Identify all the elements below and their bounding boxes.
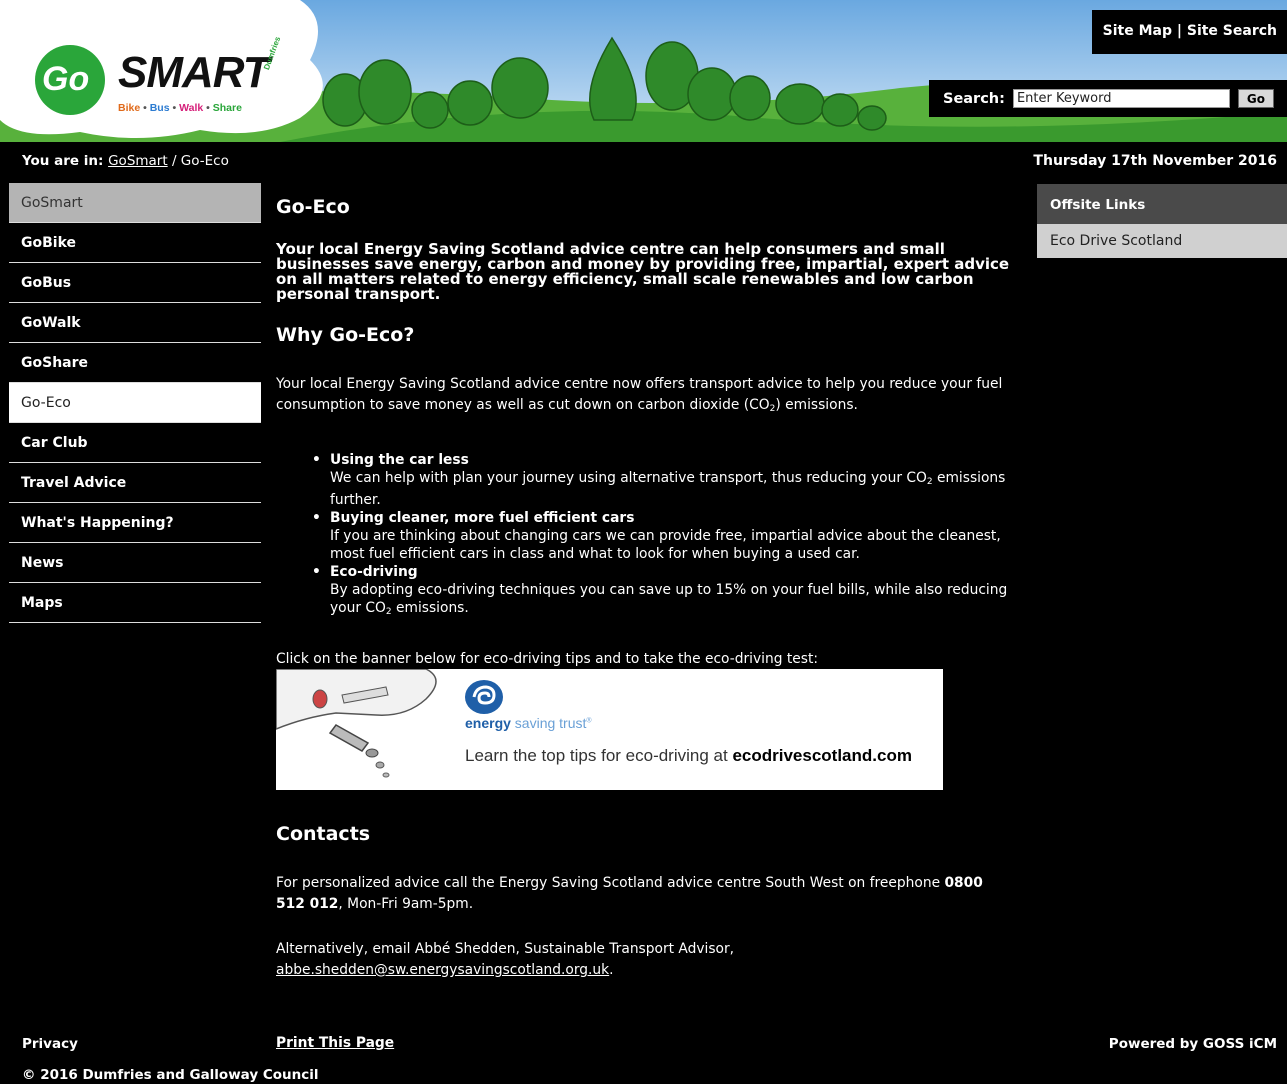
benefit-text-end: emissions. — [391, 600, 469, 616]
contact-email-end: . — [609, 962, 614, 978]
utility-links: Site Map | Site Search — [1092, 10, 1287, 54]
banner-tagline: Learn the top tips for eco-driving at ec… — [465, 746, 912, 766]
page-title: Go-Eco — [276, 196, 350, 218]
list-item: Buying cleaner, more fuel efficient cars… — [312, 509, 1016, 563]
nav-item-gosmart[interactable]: GoSmart — [9, 183, 261, 223]
tagline-walk: Walk — [179, 102, 204, 114]
nav-item-news[interactable]: News — [9, 543, 261, 583]
logo-smart: SMART — [118, 48, 270, 97]
nav-item-gobike[interactable]: GoBike — [9, 223, 261, 263]
powered-by: Powered by GOSS iCM — [1108, 1036, 1277, 1052]
benefit-title: Using the car less — [330, 452, 469, 468]
nav-item-go-eco[interactable]: Go-Eco — [9, 383, 261, 423]
contact-email-link[interactable]: abbe.shedden@sw.energysavingscotland.org… — [276, 962, 609, 978]
nav-item-gobus[interactable]: GoBus — [9, 263, 261, 303]
breadcrumb-separator: / — [167, 153, 181, 169]
nav-item-goshare[interactable]: GoShare — [9, 343, 261, 383]
search-form: Search: Go — [929, 80, 1287, 117]
nav-item-travel-advice[interactable]: Travel Advice — [9, 463, 261, 503]
breadcrumb-link-gosmart[interactable]: GoSmart — [108, 153, 168, 169]
contact-phone-text: For personalized advice call the Energy … — [276, 875, 945, 891]
benefit-title: Buying cleaner, more fuel efficient cars — [330, 510, 635, 526]
list-item: Using the car less We can help with plan… — [312, 451, 1016, 509]
site-header: Go SMART Dumfries Bike • Bus • Walk • Sh… — [0, 0, 1287, 142]
contact-email-text: Alternatively, email Abbé Shedden, Susta… — [276, 941, 735, 957]
brand-saving-trust: saving trust — [510, 715, 587, 731]
print-page-link[interactable]: Print This Page — [276, 1035, 394, 1051]
tagline-share: Share — [212, 102, 242, 114]
banner-intro: Click on the banner below for eco-drivin… — [276, 651, 819, 667]
intro-text-a: Your local Energy Saving Scotland advice… — [276, 376, 1003, 413]
search-label: Search: — [943, 90, 1005, 107]
list-item: Eco-driving By adopting eco-driving tech… — [312, 563, 1016, 621]
breadcrumb-current: Go-Eco — [180, 153, 229, 169]
current-date: Thursday 17th November 2016 — [1033, 153, 1277, 169]
banner-tagline-text: Learn the top tips for eco-driving at — [465, 746, 733, 765]
contact-email-paragraph: Alternatively, email Abbé Shedden, Susta… — [276, 939, 1016, 981]
tagline-bus: Bus — [149, 102, 170, 114]
site-search-link[interactable]: Site Search — [1187, 23, 1277, 39]
logo-tagline: Bike • Bus • Walk • Share — [118, 102, 242, 114]
brand-energy: energy — [465, 715, 511, 731]
breadcrumb-prefix: You are in: — [22, 153, 104, 169]
banner-tagline-url: ecodrivescotland.com — [732, 746, 912, 765]
search-input[interactable] — [1012, 89, 1230, 108]
why-go-eco-heading: Why Go-Eco? — [276, 324, 415, 346]
search-go-button[interactable]: Go — [1237, 89, 1274, 108]
offsite-links-heading: Offsite Links — [1037, 184, 1287, 224]
breadcrumb: You are in: GoSmart / Go-Eco — [22, 153, 229, 169]
site-map-link[interactable]: Site Map — [1103, 23, 1172, 39]
benefit-title: Eco-driving — [330, 564, 418, 580]
energy-saving-trust-logo-icon — [465, 680, 503, 714]
car-exhaust-illustration — [276, 669, 437, 778]
benefit-text: If you are thinking about changing cars … — [330, 528, 1001, 562]
utility-links-separator: | — [1171, 23, 1187, 39]
offsite-link-eco-drive-scotland[interactable]: Eco Drive Scotland — [1037, 224, 1287, 258]
nav-item-gowalk[interactable]: GoWalk — [9, 303, 261, 343]
privacy-link[interactable]: Privacy — [22, 1036, 78, 1052]
copyright: © 2016 Dumfries and Galloway Council — [22, 1067, 319, 1083]
left-navigation: GoSmart GoBike GoBus GoWalk GoShare Go-E… — [9, 183, 261, 623]
contact-phone-hours: , Mon-Fri 9am-5pm. — [338, 896, 474, 912]
site-logo[interactable]: Go SMART Dumfries Bike • Bus • Walk • Sh… — [40, 35, 310, 126]
nav-item-maps[interactable]: Maps — [9, 583, 261, 623]
offsite-links-panel: Offsite Links Eco Drive Scotland — [1037, 184, 1287, 258]
intro-paragraph: Your local Energy Saving Scotland advice… — [276, 374, 1016, 420]
contacts-heading: Contacts — [276, 823, 371, 845]
nav-item-whats-happening[interactable]: What's Happening? — [9, 503, 261, 543]
intro-text-b: ) emissions. — [775, 397, 858, 413]
benefit-text: We can help with plan your journey using… — [330, 470, 927, 486]
nav-item-car-club[interactable]: Car Club — [9, 423, 261, 463]
main-content: Go-Eco Your local Energy Saving Scotland… — [276, 196, 1016, 1051]
contact-phone-paragraph: For personalized advice call the Energy … — [276, 873, 1016, 915]
tagline-bike: Bike — [118, 102, 141, 114]
logo-go: Go — [42, 60, 90, 98]
energy-saving-trust-brand: energy saving trust® — [465, 715, 592, 731]
benefits-list: Using the car less We can help with plan… — [312, 451, 1016, 621]
brand-registered-mark: ® — [586, 717, 592, 725]
eco-driving-banner[interactable]: energy saving trust® Learn the top tips … — [276, 669, 943, 790]
lead-paragraph: Your local Energy Saving Scotland advice… — [276, 240, 1010, 303]
